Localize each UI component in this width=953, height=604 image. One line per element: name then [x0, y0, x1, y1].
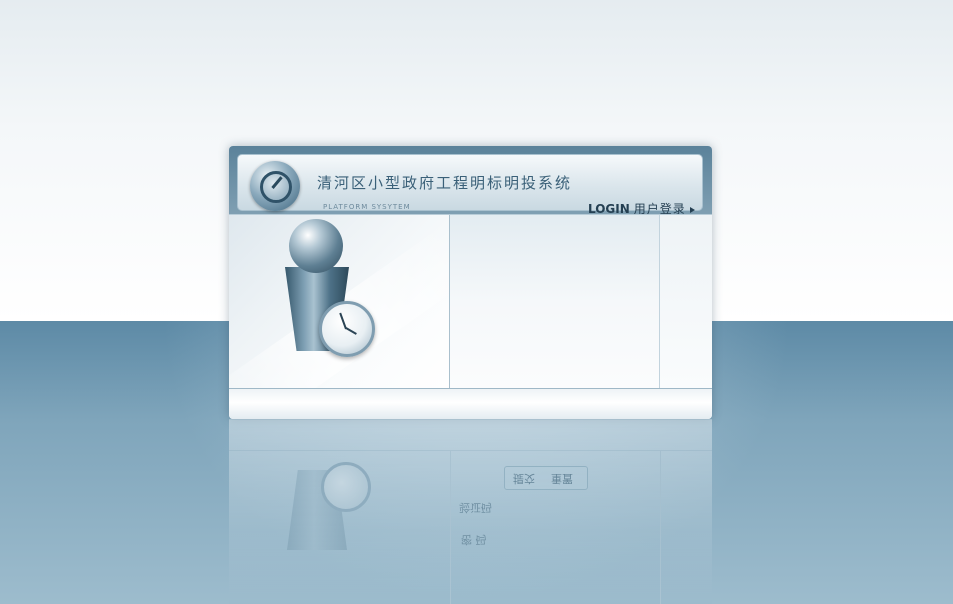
figurine-clock-icon — [281, 219, 381, 359]
clock-logo-icon — [250, 161, 300, 211]
login-panel: 清河区小型政府工程明标明投系统 PLATFORM SYSYTEM LOGIN 用户… — [229, 146, 712, 419]
app-title: 清河区小型政府工程明标明投系统 — [317, 174, 573, 192]
reflection-divider — [660, 450, 661, 604]
reflection-password-label: 密 码 — [461, 533, 487, 546]
panel-footer — [229, 389, 712, 419]
clock-hand — [345, 327, 357, 335]
login-form-area — [450, 215, 660, 388]
sphere — [289, 219, 343, 273]
clock-icon — [319, 301, 375, 357]
reflection-captcha-label: 验证码 — [459, 501, 492, 514]
reflection-submit-label: 提交 — [513, 472, 535, 485]
panel-body — [229, 214, 712, 389]
reflection-panel: 提交 重置 验证码 密 码 — [229, 419, 712, 604]
triangle-right-icon — [689, 206, 695, 213]
reflection-reset-label: 重置 — [551, 472, 573, 485]
panel-header: 清河区小型政府工程明标明投系统 PLATFORM SYSYTEM LOGIN 用户… — [229, 146, 712, 216]
header-banner: 清河区小型政府工程明标明投系统 PLATFORM SYSYTEM LOGIN 用户… — [237, 154, 703, 216]
reflection-buttons: 提交 重置 — [504, 466, 588, 490]
reflection-divider — [450, 450, 451, 604]
reflection-clock-icon — [321, 462, 371, 512]
panel-reflection: 提交 重置 验证码 密 码 — [229, 419, 714, 604]
illustration-area — [229, 215, 450, 388]
side-area — [660, 215, 712, 388]
reflection-line — [229, 450, 712, 451]
app-subtitle: PLATFORM SYSYTEM — [323, 203, 411, 211]
logo-ring — [260, 171, 292, 203]
